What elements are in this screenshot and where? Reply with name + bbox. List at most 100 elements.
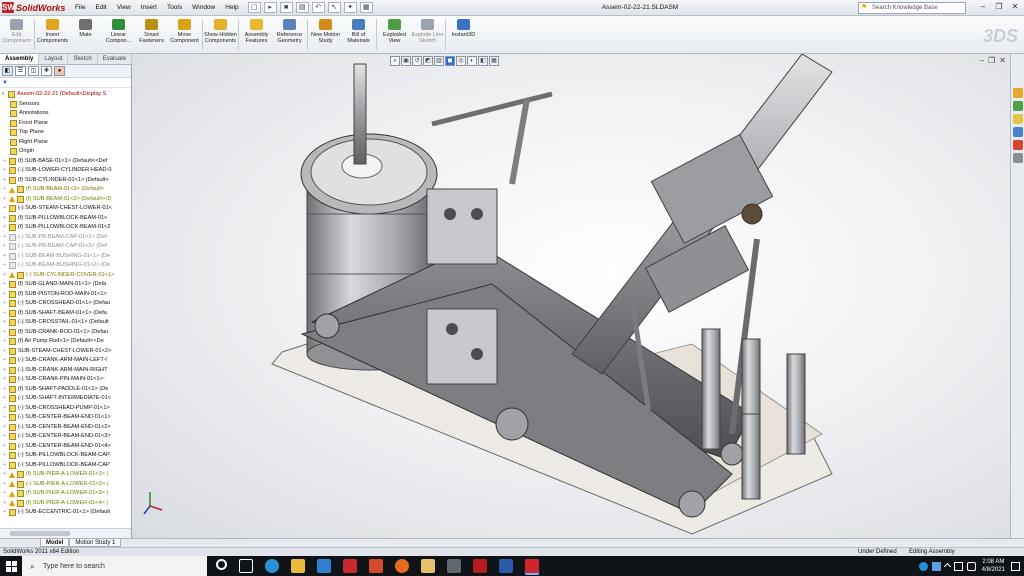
edge-icon[interactable] (265, 559, 279, 573)
tree-item[interactable]: + (-) SUB-CENTER-BEAM-END-01<1> (0, 413, 131, 423)
ribbon-button-12[interactable]: Explode Line Sketch (411, 16, 444, 53)
tree-item[interactable]: + (-) SUB-CENTER-BEAM-END-01<3> (0, 432, 131, 442)
tree-horizontal-scrollbar[interactable] (0, 528, 131, 538)
tree-item[interactable]: + (-) SUB-CROSSHEAD-01<1> (Defau (0, 299, 131, 309)
minimize-icon[interactable]: – (976, 2, 990, 13)
tree-filter[interactable]: ▼ (0, 78, 131, 88)
solidworks-resources-icon[interactable] (1012, 88, 1023, 98)
property-manager-icon[interactable]: ☰ (15, 66, 26, 76)
tree-item[interactable]: + (f) SUB-PILLOWBLOCK-BEAM-01<2 (0, 223, 131, 233)
ribbon-button-0[interactable]: Edit Component (0, 16, 33, 53)
print-icon[interactable]: ▤ (295, 2, 309, 13)
menu-window[interactable]: Window (187, 0, 220, 16)
tree-item[interactable]: + (-) SUB-CENTER-BEAM-END-01<2> (0, 423, 131, 433)
ribbon-button-11[interactable]: Exploded View (378, 16, 411, 53)
tree-item[interactable]: +Origin (0, 147, 131, 157)
tree-item[interactable]: + (f) SUB-PILLOWBLOCK-BEAM-01< (0, 214, 131, 224)
select-icon[interactable]: ↖ (327, 2, 341, 13)
menu-edit[interactable]: Edit (90, 0, 111, 16)
configuration-manager-icon[interactable]: ◫ (28, 66, 39, 76)
tree-item[interactable]: + (-) SUB-PB-BEAM-CAP-01<1> (Def (0, 233, 131, 243)
rebuild-icon[interactable]: ✦ (343, 2, 357, 13)
tab-layout[interactable]: Layout (39, 54, 69, 64)
tree-item[interactable]: + (-) SUB-ECCENTRIC-01<1> (Default (0, 508, 131, 518)
tree-item[interactable]: + (f) SUB-BEAM-01<2> (Default<<D (0, 195, 131, 205)
tree-item[interactable]: + (f) SUB-PIER-A-LOWER-01<3> ( (0, 489, 131, 499)
graphics-area[interactable]: ⌕ ▣ ↺ ◩ ▥ ◼ ◎ ◐ ◧ ▦ – ❐ ✕ (132, 54, 1010, 538)
solidworks-active-icon[interactable] (525, 559, 539, 573)
section-view-icon[interactable]: ◩ (423, 56, 433, 66)
tree-item[interactable]: +Top Plane (0, 128, 131, 138)
previous-view-icon[interactable]: ↺ (412, 56, 422, 66)
search-knowledge-base-input[interactable]: Search Knowledge Base (858, 2, 966, 14)
tree-item[interactable]: +Annotations (0, 109, 131, 119)
scrollbar-thumb[interactable] (10, 531, 70, 536)
file-explorer-icon[interactable] (1012, 114, 1023, 124)
ribbon-button-1[interactable]: Insert Components (36, 16, 69, 53)
tray-app-icon[interactable] (931, 561, 941, 571)
tab-evaluate[interactable]: Evaluate (98, 54, 133, 64)
menu-file[interactable]: File (70, 0, 90, 16)
tree-item[interactable]: + (-) SUB-PILLOWBLOCK-BEAM-CAP (0, 461, 131, 471)
tab-assembly[interactable]: Assembly (0, 54, 40, 64)
tree-item[interactable]: + (f) SUB-BEAM-01<3> (Default< (0, 185, 131, 195)
ribbon-button-8[interactable]: Reference Geometry (273, 16, 306, 53)
tree-item[interactable]: + (f) SUB-CYLINDER-01<1> (Default< (0, 176, 131, 186)
new-document-icon[interactable]: ▢ (247, 2, 261, 13)
tree-item[interactable]: + (-) SUB-STEAM-CHEST-LOWER-01< (0, 204, 131, 214)
tree-item[interactable]: + (-) SUB-CROSSTAIL-01<1> (Default (0, 318, 131, 328)
apply-scene-icon[interactable]: ◧ (478, 56, 488, 66)
ribbon-button-7[interactable]: Assembly Features (240, 16, 273, 53)
ribbon-button-3[interactable]: Linear Compon... (102, 16, 135, 53)
tree-item[interactable]: + (-) SUB-LOWER-CYLINDER-HEAD-0 (0, 166, 131, 176)
ribbon-button-2[interactable]: Mate (69, 16, 102, 53)
firefox-icon[interactable] (395, 559, 409, 573)
tree-item[interactable]: + (f) SUB-PIER-A-LOWER-01<1> ( (0, 470, 131, 480)
cortana-icon[interactable] (216, 559, 227, 570)
save-icon[interactable]: ■ (279, 2, 293, 13)
tree-item[interactable]: + SUB-STEAM-CHEST-LOWER-01<2> (0, 347, 131, 357)
menu-view[interactable]: View (112, 0, 136, 16)
zoom-area-icon[interactable]: ▣ (401, 56, 411, 66)
office-icon[interactable] (369, 559, 383, 573)
tree-item[interactable]: + (-) SUB-BEAM-BUSHING-01<2> (De (0, 261, 131, 271)
viewport-minimize-icon[interactable]: – (980, 56, 984, 65)
start-button[interactable] (0, 556, 22, 576)
tree-item[interactable]: + (f) SUB-CRANK-ROD-01<1> (Defau (0, 328, 131, 338)
tab-sketch[interactable]: Sketch (68, 54, 98, 64)
assembly-model-3d[interactable] (132, 54, 1010, 538)
calculator-icon[interactable] (447, 559, 461, 573)
app-logo[interactable]: SW SolidWorks (0, 2, 70, 13)
word-icon[interactable] (499, 559, 513, 573)
display-manager-icon[interactable]: ● (54, 66, 65, 76)
solidworks-icon[interactable] (343, 559, 357, 573)
dimxpert-icon[interactable]: ✥ (41, 66, 52, 76)
file-explorer-taskbar-icon[interactable] (291, 559, 305, 573)
tree-root-assembly[interactable]: ▾ Assem-02-22-21 (Default<Display S (0, 90, 131, 100)
tree-item[interactable]: + (-) SUB-CRANK-ARM-MAIN-LEFT-I (0, 356, 131, 366)
design-library-icon[interactable] (1012, 101, 1023, 111)
ribbon-button-9[interactable]: New Motion Study (309, 16, 342, 53)
tree-item[interactable]: +Sensors (0, 100, 131, 110)
tree-item[interactable]: + (-) SUB-CRANK-PIN-MAIN-01<1>- (0, 375, 131, 385)
tree-item[interactable]: + (-) SUB-CROSSHEAD-PUMP-01<1> (0, 404, 131, 414)
acrobat-icon[interactable] (473, 559, 487, 573)
tree-item[interactable]: + (-) SUB-CRANK-ARM-MAIN-RIGHT (0, 366, 131, 376)
tree-item[interactable]: + (-) SUB-CENTER-BEAM-END-01<4> (0, 442, 131, 452)
close-icon[interactable]: ✕ (1008, 2, 1022, 13)
ribbon-button-5[interactable]: Move Component (168, 16, 201, 53)
tree-item[interactable]: + (f) SUB-GLAND-MAIN-01<1> (Defa (0, 280, 131, 290)
tree-item[interactable]: + (-) SUB-PB-BEAM-CAP-01<2> (Def (0, 242, 131, 252)
notifications-icon[interactable] (1011, 561, 1020, 571)
display-style-icon[interactable]: ◼ (445, 56, 455, 66)
app-icon[interactable] (421, 559, 435, 573)
clock[interactable]: 2:08 AM 4/8/2021 (982, 558, 1005, 574)
help-icon[interactable] (918, 561, 928, 571)
tree-item[interactable]: + (-) SUB-PIER-A-LOWER-01<2> ( (0, 480, 131, 490)
tree-item[interactable]: + (-) SUB-SHAFT-INTERMEDIATE-01< (0, 394, 131, 404)
tree-item[interactable]: + (-) SUB-BEAM-BUSHING-01<1> (De (0, 252, 131, 262)
tree-item[interactable]: + (f) SUB-SHAFT-BEAM-01<1> (Defa (0, 309, 131, 319)
tree-item[interactable]: + (f) SUB-PIER-A-LOWER-01<4> ( (0, 499, 131, 509)
view-palette-icon[interactable] (1012, 127, 1023, 137)
menu-help[interactable]: Help (220, 0, 243, 16)
